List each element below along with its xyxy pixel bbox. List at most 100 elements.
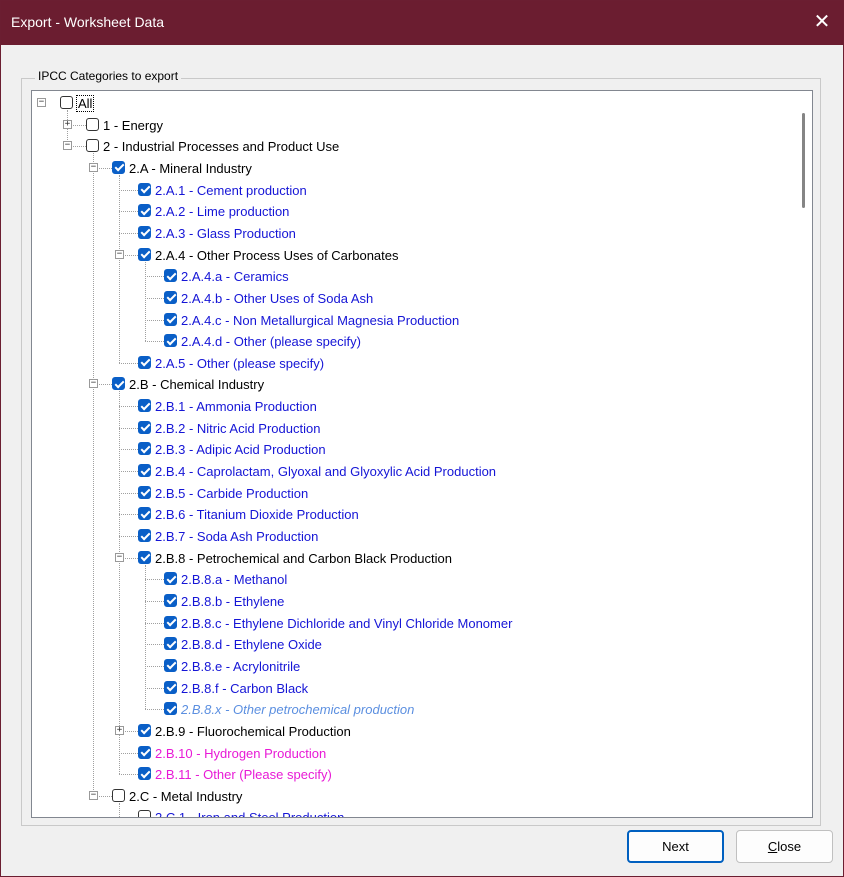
tree-node[interactable]: − 2.B - Chemical Industry	[32, 374, 792, 395]
tree-node[interactable]: 2.B.4 - Caprolactam, Glyoxal and Glyoxyl…	[32, 461, 792, 482]
tree-node-label[interactable]: 2.B.10 - Hydrogen Production	[155, 746, 326, 761]
unchecked-checkbox[interactable]	[60, 96, 73, 109]
tree-node[interactable]: − 2.C - Metal Industry	[32, 786, 792, 807]
tree-node[interactable]: − 2 - Industrial Processes and Product Us…	[32, 136, 792, 157]
tree-node-label[interactable]: 2.A.1 - Cement production	[155, 183, 307, 198]
tree-node-label[interactable]: 2.A.4.c - Non Metallurgical Magnesia Pro…	[181, 313, 459, 328]
checked-checkbox[interactable]	[138, 182, 151, 196]
unchecked-checkbox[interactable]	[112, 788, 125, 802]
tree-node[interactable]: 2.B.8.x - Other petrochemical production	[32, 699, 792, 720]
checked-checkbox[interactable]	[164, 615, 177, 629]
checked-checkbox[interactable]	[164, 572, 177, 586]
collapse-minus-icon[interactable]: −	[63, 141, 72, 151]
tree-node-label[interactable]: 2.B.8.c - Ethylene Dichloride and Vinyl …	[181, 616, 512, 631]
tree-node[interactable]: 2.B.6 - Titanium Dioxide Production	[32, 504, 792, 525]
tree-node-label[interactable]: 2.B.2 - Nitric Acid Production	[155, 421, 320, 436]
tree-node-label[interactable]: 2.B.8.e - Acrylonitrile	[181, 659, 300, 674]
tree-node-label[interactable]: 2.B - Chemical Industry	[129, 377, 264, 392]
checked-checkbox[interactable]	[164, 637, 177, 651]
tree-node-label[interactable]: 2.B.1 - Ammonia Production	[155, 399, 317, 414]
tree-node-label[interactable]: 2.B.8.d - Ethylene Oxide	[181, 637, 322, 652]
tree-node[interactable]: 2.B.11 - Other (Please specify)	[32, 764, 792, 785]
tree-node[interactable]: − All	[32, 93, 792, 114]
unchecked-checkbox[interactable]	[86, 139, 99, 153]
checked-checkbox[interactable]	[138, 529, 151, 542]
tree-node-label[interactable]: 2.B.8.a - Methanol	[181, 572, 287, 587]
tree-node-label[interactable]: 2.B.5 - Carbide Production	[155, 486, 308, 501]
checked-checkbox[interactable]	[138, 225, 151, 239]
tree-node-label[interactable]: 2.C - Metal Industry	[129, 789, 242, 804]
tree-node-label[interactable]: 2.A.4 - Other Process Uses of Carbonates	[155, 248, 399, 263]
expand-plus-icon[interactable]: +	[115, 725, 124, 735]
tree-node[interactable]: 2.A.1 - Cement production	[32, 180, 792, 201]
unchecked-checkbox[interactable]	[86, 117, 99, 131]
collapse-minus-icon[interactable]: −	[89, 379, 98, 389]
tree-node[interactable]: 2.B.2 - Nitric Acid Production	[32, 418, 792, 439]
tree-node-label[interactable]: 2.A.4.d - Other (please specify)	[181, 334, 361, 349]
tree-node-label[interactable]: 2.C.1 - Iron and Steel Production	[155, 810, 344, 817]
checked-checkbox[interactable]	[164, 269, 177, 283]
tree-node-label[interactable]: 2.B.11 - Other (Please specify)	[155, 767, 332, 782]
tree-node-label[interactable]: All	[75, 95, 95, 112]
checked-checkbox[interactable]	[164, 334, 177, 348]
tree-node-label[interactable]: 2.A - Mineral Industry	[129, 161, 252, 176]
tree-node[interactable]: 2.B.8.c - Ethylene Dichloride and Vinyl …	[32, 613, 792, 634]
tree-node[interactable]: − 2.A - Mineral Industry	[32, 158, 792, 179]
checked-checkbox[interactable]	[164, 702, 177, 716]
tree-node-label[interactable]: 2.B.7 - Soda Ash Production	[155, 529, 318, 544]
tree-node-label[interactable]: 2.B.9 - Fluorochemical Production	[155, 724, 351, 739]
close-button[interactable]: Close	[736, 830, 833, 863]
checked-checkbox[interactable]	[138, 399, 151, 413]
checked-checkbox[interactable]	[138, 507, 151, 521]
tree-node[interactable]: 2.B.3 - Adipic Acid Production	[32, 439, 792, 460]
checked-checkbox[interactable]	[138, 247, 151, 261]
tree-node[interactable]: 2.A.4.b - Other Uses of Soda Ash	[32, 288, 792, 309]
tree-node[interactable]: 2.B.5 - Carbide Production	[32, 483, 792, 504]
tree-node[interactable]: 2.B.8.d - Ethylene Oxide	[32, 634, 792, 655]
checked-checkbox[interactable]	[164, 290, 177, 304]
collapse-minus-icon[interactable]: −	[89, 790, 98, 800]
tree-node[interactable]: 2.A.4.a - Ceramics	[32, 266, 792, 287]
expand-plus-icon[interactable]: +	[63, 119, 72, 129]
tree-node-label[interactable]: 1 - Energy	[103, 118, 163, 133]
next-button[interactable]: Next	[627, 830, 724, 863]
checked-checkbox[interactable]	[138, 464, 151, 478]
checked-checkbox[interactable]	[138, 550, 151, 564]
tree-node[interactable]: 2.B.10 - Hydrogen Production	[32, 743, 792, 764]
checked-checkbox[interactable]	[138, 420, 151, 434]
checked-checkbox[interactable]	[112, 377, 125, 391]
collapse-minus-icon[interactable]: −	[115, 249, 124, 259]
tree-node[interactable]: 2.A.3 - Glass Production	[32, 223, 792, 244]
tree-node-label[interactable]: 2.A.4.b - Other Uses of Soda Ash	[181, 291, 373, 306]
tree-node-label[interactable]: 2.B.4 - Caprolactam, Glyoxal and Glyoxyl…	[155, 464, 496, 479]
tree-node[interactable]: 2.B.8.b - Ethylene	[32, 591, 792, 612]
checked-checkbox[interactable]	[138, 723, 151, 737]
checked-checkbox[interactable]	[138, 355, 151, 369]
checked-checkbox[interactable]	[164, 593, 177, 607]
collapse-minus-icon[interactable]: −	[37, 98, 46, 107]
checked-checkbox[interactable]	[164, 658, 177, 672]
tree-node[interactable]: 2.A.4.c - Non Metallurgical Magnesia Pro…	[32, 310, 792, 331]
collapse-minus-icon[interactable]: −	[115, 552, 124, 562]
checked-checkbox[interactable]	[164, 680, 177, 694]
tree-node[interactable]: 2.C.1 - Iron and Steel Production	[32, 807, 792, 817]
tree-node[interactable]: 2.A.4.d - Other (please specify)	[32, 331, 792, 352]
checked-checkbox[interactable]	[164, 312, 177, 326]
tree-node-label[interactable]: 2.A.4.a - Ceramics	[181, 269, 289, 284]
tree-node[interactable]: 2.B.8.a - Methanol	[32, 569, 792, 590]
tree-node-label[interactable]: 2.B.8.f - Carbon Black	[181, 681, 308, 696]
tree-node-label[interactable]: 2.B.3 - Adipic Acid Production	[155, 442, 326, 457]
tree-node-label[interactable]: 2 - Industrial Processes and Product Use	[103, 139, 339, 154]
checked-checkbox[interactable]	[138, 204, 151, 218]
vertical-scrollbar[interactable]	[795, 91, 812, 817]
tree-node-label[interactable]: 2.A.2 - Lime production	[155, 204, 289, 219]
checked-checkbox[interactable]	[138, 745, 151, 759]
scrollbar-thumb[interactable]	[802, 113, 805, 208]
tree-node[interactable]: 2.A.5 - Other (please specify)	[32, 353, 792, 374]
category-tree[interactable]: − All +1 - Energy −2 - Industrial Processes…	[31, 90, 813, 818]
checked-checkbox[interactable]	[138, 485, 151, 499]
tree-node[interactable]: 2.B.8.e - Acrylonitrile	[32, 656, 792, 677]
tree-node[interactable]: 2.A.2 - Lime production	[32, 201, 792, 222]
tree-node[interactable]: − 2.B.8 - Petrochemical and Carbon Black …	[32, 548, 792, 569]
tree-node[interactable]: +1 - Energy	[32, 115, 792, 136]
